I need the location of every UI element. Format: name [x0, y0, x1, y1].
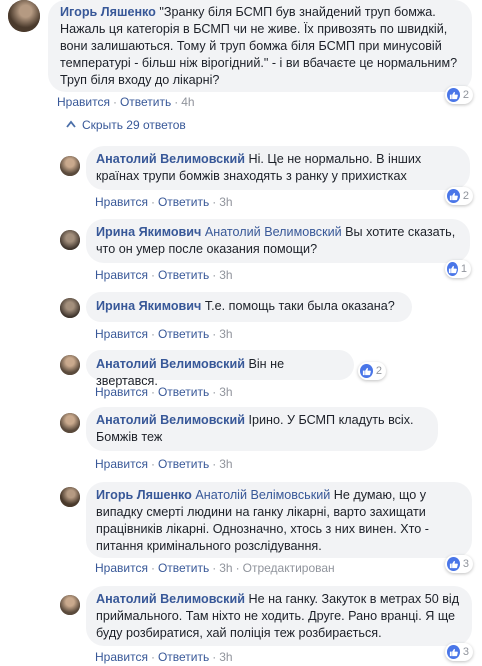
reply-button[interactable]: Ответить	[158, 327, 209, 341]
like-button[interactable]: Нравится	[95, 327, 148, 341]
comment-actions: Нравится · Ответить · 3h	[95, 457, 233, 471]
like-button[interactable]: Нравится	[95, 195, 148, 209]
comment-bubble: Анатолий Велимовский Ні. Це не нормально…	[86, 146, 470, 190]
avatar[interactable]	[60, 487, 80, 507]
avatar[interactable]	[60, 413, 80, 433]
reaction-count[interactable]: 2	[358, 362, 386, 380]
comment-actions: Нравится · Ответить · 3h · Отредактирован	[95, 561, 335, 575]
comment-time[interactable]: 3h	[219, 650, 232, 664]
comment-bubble: Ирина Якимович Т.е. помощь таки была ока…	[86, 292, 412, 322]
reaction-count[interactable]: 2	[445, 187, 473, 205]
reply-button[interactable]: Ответить	[158, 195, 209, 209]
mention-link[interactable]: Анатолій Велімовський	[195, 488, 330, 502]
comment-actions: Нравится · Ответить · 3h	[95, 650, 233, 664]
comment-author[interactable]: Анатолий Велимовский	[96, 152, 245, 166]
comment-actions: Нравится · Ответить · 3h	[95, 268, 233, 282]
reply-button[interactable]: Ответить	[158, 457, 209, 471]
comment-author[interactable]: Ирина Якимович	[96, 299, 201, 313]
reply-button[interactable]: Ответить	[158, 650, 209, 664]
comment-bubble: Анатолий Велимовский Ірино. У БСМП кладу…	[86, 407, 438, 451]
collapse-arrow-icon	[66, 120, 76, 131]
comment-time[interactable]: 3h	[219, 457, 232, 471]
hide-replies-link[interactable]: Скрыть 29 ответов	[66, 118, 186, 132]
comment-author[interactable]: Игорь Ляшенко	[96, 488, 192, 502]
comment-bubble: Анатолий Велимовский Він не звертався.	[86, 350, 354, 388]
comment-text: Т.е. помощь таки была оказана?	[204, 299, 395, 313]
comment-bubble: Ирина Якимович Анатолий Велимовский Вы х…	[86, 219, 470, 263]
mention-link[interactable]: Анатолий Велимовский	[205, 225, 342, 239]
like-button[interactable]: Нравится	[57, 95, 110, 109]
reply-button[interactable]: Ответить	[158, 561, 209, 575]
comment-time[interactable]: 3h	[219, 385, 232, 399]
comment-actions: Нравится · Ответить · 4h	[57, 95, 195, 109]
like-reaction-icon	[447, 645, 460, 659]
comment-actions: Нравится · Ответить · 3h	[95, 385, 233, 399]
reply-button[interactable]: Ответить	[120, 95, 171, 109]
comment-bubble: Игорь Ляшенко Анатолій Велімовський Не д…	[86, 482, 472, 558]
comment-author[interactable]: Игорь Ляшенко	[60, 5, 156, 19]
like-button[interactable]: Нравится	[95, 385, 148, 399]
comment-author[interactable]: Анатолий Велимовский	[96, 592, 245, 606]
edited-label[interactable]: Отредактирован	[243, 561, 335, 575]
comment-author[interactable]: Ирина Якимович	[96, 225, 201, 239]
avatar[interactable]	[8, 0, 40, 32]
avatar[interactable]	[60, 230, 80, 250]
comment-time[interactable]: 3h	[219, 327, 232, 341]
reaction-count[interactable]: 2	[445, 86, 473, 104]
like-button[interactable]: Нравится	[95, 457, 148, 471]
avatar[interactable]	[60, 355, 80, 375]
like-button[interactable]: Нравится	[95, 268, 148, 282]
comment-bubble: Игорь Ляшенко "Зранку біля БСМП був знай…	[48, 0, 472, 92]
comment-time[interactable]: 3h	[219, 561, 232, 575]
like-reaction-icon	[360, 364, 373, 378]
reply-button[interactable]: Ответить	[158, 385, 209, 399]
like-reaction-icon	[447, 557, 460, 571]
like-reaction-icon	[447, 262, 458, 276]
avatar[interactable]	[60, 595, 80, 615]
avatar[interactable]	[60, 298, 80, 318]
comment-time[interactable]: 3h	[219, 195, 232, 209]
comment-author[interactable]: Анатолий Велимовский	[96, 357, 245, 371]
reaction-count[interactable]: 3	[445, 643, 473, 661]
reply-button[interactable]: Ответить	[158, 268, 209, 282]
comment-time[interactable]: 4h	[181, 95, 194, 109]
like-button[interactable]: Нравится	[95, 561, 148, 575]
reaction-count[interactable]: 3	[445, 555, 473, 573]
comment-time[interactable]: 3h	[219, 268, 232, 282]
comment-bubble: Анатолий Велимовский Не на ганку. Закуто…	[86, 586, 472, 646]
reaction-count[interactable]: 1	[445, 260, 471, 278]
avatar[interactable]	[60, 156, 80, 176]
comment-author[interactable]: Анатолий Велимовский	[96, 413, 245, 427]
like-button[interactable]: Нравится	[95, 650, 148, 664]
comment-actions: Нравится · Ответить · 3h	[95, 195, 233, 209]
like-reaction-icon	[447, 88, 460, 102]
like-reaction-icon	[447, 189, 460, 203]
comment-actions: Нравится · Ответить · 3h	[95, 327, 233, 341]
